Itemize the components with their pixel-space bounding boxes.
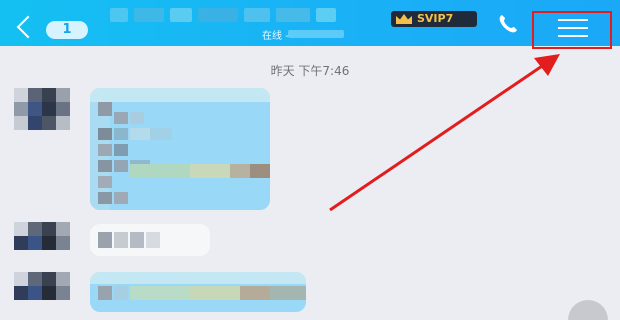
message-bubble-pixelated[interactable]: [90, 88, 270, 210]
message-timestamp: 昨天 下午7:46: [270, 64, 350, 78]
back-button[interactable]: 1: [6, 6, 88, 40]
status-detail-pixelated: [288, 30, 344, 38]
svip-badge[interactable]: SVIP7: [391, 11, 477, 27]
message-bubble-pixelated[interactable]: [90, 272, 306, 312]
phone-icon[interactable]: [497, 13, 521, 35]
more-menu-button[interactable]: [532, 11, 612, 49]
menu-icon: [558, 19, 588, 37]
avatar[interactable]: [14, 88, 72, 132]
online-status: 在线 -: [262, 31, 289, 42]
avatar[interactable]: [14, 272, 72, 316]
crown-icon: [396, 14, 412, 24]
back-arrow-icon: [16, 15, 40, 39]
avatar[interactable]: [14, 222, 72, 266]
unread-count-badge: 1: [46, 21, 88, 39]
chat-header: 1 在线 - SVIP7: [0, 0, 620, 49]
scroll-to-bottom-button[interactable]: [568, 300, 608, 320]
message-bubble-pixelated[interactable]: [90, 224, 210, 256]
svip-label: SVIP7: [417, 12, 454, 25]
contact-name-pixelated: [110, 8, 370, 26]
